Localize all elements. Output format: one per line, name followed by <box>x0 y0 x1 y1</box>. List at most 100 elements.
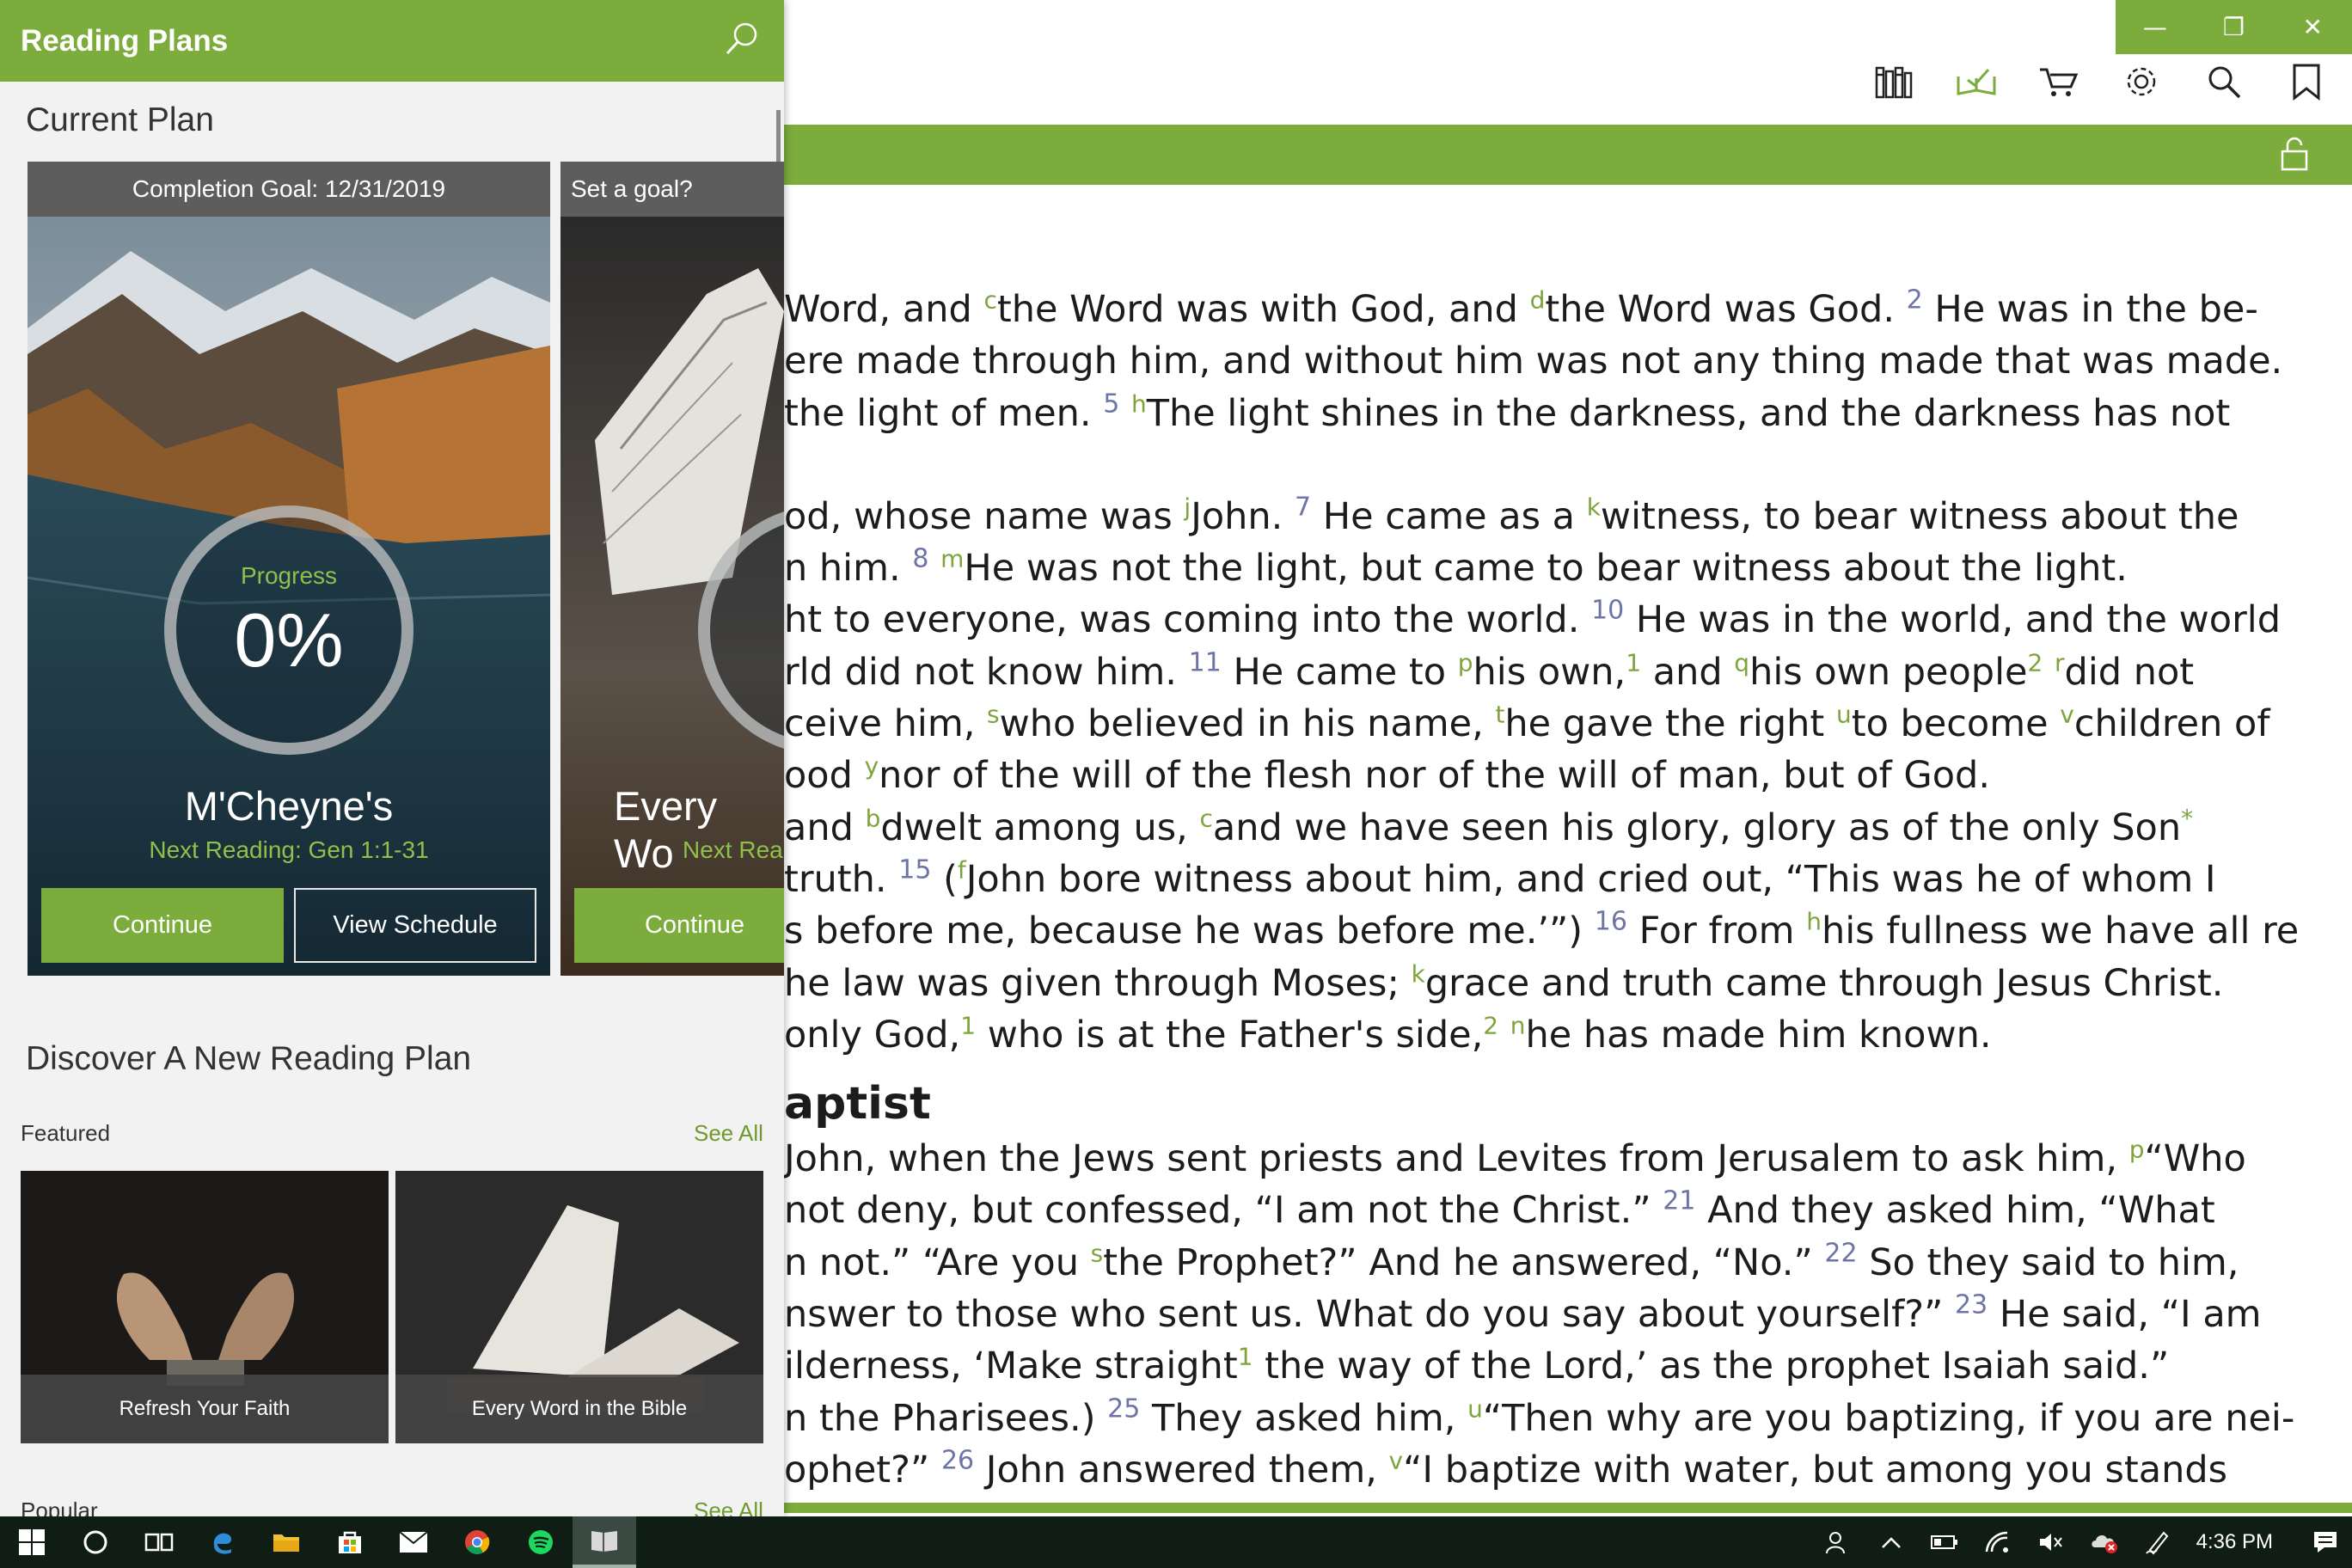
scripture-text <box>928 547 940 590</box>
footnote-marker[interactable]: h <box>1806 908 1822 936</box>
mail-icon[interactable] <box>382 1516 445 1568</box>
footnote-marker[interactable]: * <box>2181 804 2193 832</box>
chrome-icon[interactable] <box>445 1516 509 1568</box>
scripture-line: the light of men. 5 hThe light shines in… <box>784 388 2297 439</box>
scripture-line: n him. 8 mHe was not the light, but came… <box>784 542 2297 594</box>
cart-icon[interactable] <box>2037 60 2080 103</box>
scripture-text: children of <box>2073 702 2270 746</box>
view-schedule-button[interactable]: View Schedule <box>294 888 536 963</box>
footnote-marker[interactable]: p <box>1458 648 1473 677</box>
scripture-text: his fullness we have all re- <box>1821 910 2297 953</box>
spotify-icon[interactable] <box>509 1516 573 1568</box>
footnote-marker[interactable]: 1 <box>960 1012 976 1040</box>
lock-icon[interactable] <box>2280 137 2309 175</box>
cortana-icon[interactable] <box>64 1516 127 1568</box>
library-icon[interactable] <box>1872 60 1915 103</box>
scripture-text: the Word was God. <box>1545 288 1907 331</box>
scripture-line: he law was given through Moses; kgrace a… <box>784 958 2297 1009</box>
scripture-text: So they said to him, <box>1857 1240 2239 1284</box>
wifi-icon[interactable] <box>1971 1516 2024 1568</box>
scripture-text: grace and truth came through Jesus Chris… <box>1424 961 2224 1005</box>
reading-plans-icon[interactable] <box>1955 60 1998 103</box>
footnote-marker[interactable]: v <box>1389 1447 1404 1475</box>
chevron-up-icon[interactable] <box>1865 1516 1918 1568</box>
footnote-marker[interactable]: u <box>1467 1394 1483 1423</box>
minimize-button[interactable]: — <box>2116 0 2195 54</box>
footnote-marker[interactable]: k <box>1587 493 1601 522</box>
footnote-marker[interactable]: y <box>865 752 879 781</box>
scripture-text: ceive him, <box>784 702 988 746</box>
scripture-line: and bdwelt among us, cand we have seen h… <box>784 802 2297 854</box>
file-explorer-icon[interactable] <box>254 1516 318 1568</box>
discover-heading: Discover A New Reading Plan <box>26 1040 472 1077</box>
continue-button[interactable]: Continue <box>574 888 784 963</box>
windows-start-icon[interactable] <box>0 1516 64 1568</box>
search-icon[interactable] <box>724 21 760 61</box>
plan-card-every-word[interactable]: Set a goal? Every Wo Next Rea Continue <box>560 162 784 976</box>
bible-app-icon[interactable] <box>573 1516 636 1568</box>
continue-button[interactable]: Continue <box>41 888 284 963</box>
footnote-marker[interactable]: 1 <box>1626 648 1641 677</box>
footnote-marker[interactable]: 2 <box>1483 1012 1498 1040</box>
volume-muted-icon[interactable] <box>2024 1516 2078 1568</box>
restore-button[interactable]: ❐ <box>2195 0 2274 54</box>
verse-number: 11 <box>1188 647 1222 678</box>
footnote-marker[interactable]: r <box>2055 648 2065 677</box>
scripture-text: the Word was with God, and <box>996 288 1530 331</box>
popular-see-all-link[interactable]: See All <box>694 1498 763 1516</box>
footnote-marker[interactable]: h <box>1131 389 1147 418</box>
scripture-text: They asked him, <box>1140 1396 1468 1440</box>
footnote-marker[interactable]: b <box>866 804 881 832</box>
search-icon[interactable] <box>2202 60 2245 103</box>
scripture-text: “Then why are you baptizing, if you are … <box>1482 1396 2295 1440</box>
scripture-text: He was not the light, but came to bear w… <box>964 547 2128 591</box>
footnote-marker[interactable]: n <box>1510 1012 1526 1040</box>
bookmark-icon[interactable] <box>2285 60 2328 103</box>
footnote-marker[interactable]: c <box>983 286 996 315</box>
scripture-text <box>1119 392 1131 435</box>
scripture-text: his own people <box>1749 650 2028 694</box>
featured-label: Featured <box>21 1120 111 1146</box>
edge-icon[interactable] <box>191 1516 254 1568</box>
footnote-marker[interactable]: s <box>987 701 1000 729</box>
footnote-marker[interactable]: 1 <box>1238 1343 1253 1371</box>
scripture-text: dwelt among us, <box>880 805 1200 849</box>
close-button[interactable]: ✕ <box>2273 0 2352 54</box>
footnote-marker[interactable]: d <box>1530 286 1546 315</box>
pane-title: Reading Plans <box>21 23 229 58</box>
verse-number: 16 <box>1594 906 1627 937</box>
task-view-icon[interactable] <box>127 1516 191 1568</box>
featured-see-all-link[interactable]: See All <box>694 1120 763 1147</box>
battery-icon[interactable] <box>1918 1516 1971 1568</box>
footnote-marker[interactable]: m <box>940 545 964 573</box>
footnote-marker[interactable]: q <box>1734 648 1749 677</box>
plan-card-mcheyne[interactable]: Completion Goal: 12/31/2019 Progress 0% … <box>28 162 550 976</box>
footnote-marker[interactable]: c <box>1200 804 1213 832</box>
featured-plan-tile[interactable]: Every Word in the Bible <box>395 1171 763 1443</box>
footnote-marker[interactable]: v <box>2060 701 2074 729</box>
action-center-icon[interactable] <box>2299 1516 2352 1568</box>
scripture-text: “Who <box>2144 1137 2246 1181</box>
featured-plan-tile[interactable]: Refresh Your Faith <box>21 1171 389 1443</box>
scripture-text: witness, to bear witness about the <box>1600 494 2239 538</box>
footnote-marker[interactable]: 2 <box>2028 648 2043 677</box>
footnote-marker[interactable]: u <box>1836 701 1852 729</box>
footnote-marker[interactable]: f <box>958 856 966 885</box>
scripture-text: he gave the right <box>1504 702 1836 746</box>
scripture-line: ere made through him, and without him wa… <box>784 335 2297 387</box>
footnote-marker[interactable]: t <box>1495 701 1504 729</box>
settings-icon[interactable] <box>2120 60 2163 103</box>
clock[interactable]: 4:36 PM <box>2184 1530 2299 1554</box>
scripture-text: od, whose name was <box>784 494 1185 538</box>
scripture-text: ht to everyone, was coming into the worl… <box>784 598 1592 642</box>
footnote-marker[interactable]: k <box>1412 959 1425 988</box>
scripture-text: and <box>1641 650 1735 694</box>
pen-ink-icon[interactable] <box>2131 1516 2184 1568</box>
people-icon[interactable] <box>1811 1516 1865 1568</box>
store-icon[interactable] <box>318 1516 382 1568</box>
scripture-text: who believed in his name, <box>999 702 1496 746</box>
footnote-marker[interactable]: s <box>1091 1239 1104 1267</box>
footnote-marker[interactable]: p <box>2129 1136 2145 1164</box>
taskbar: 4:36 PM <box>0 1516 2352 1568</box>
onedrive-error-icon[interactable] <box>2078 1516 2131 1568</box>
